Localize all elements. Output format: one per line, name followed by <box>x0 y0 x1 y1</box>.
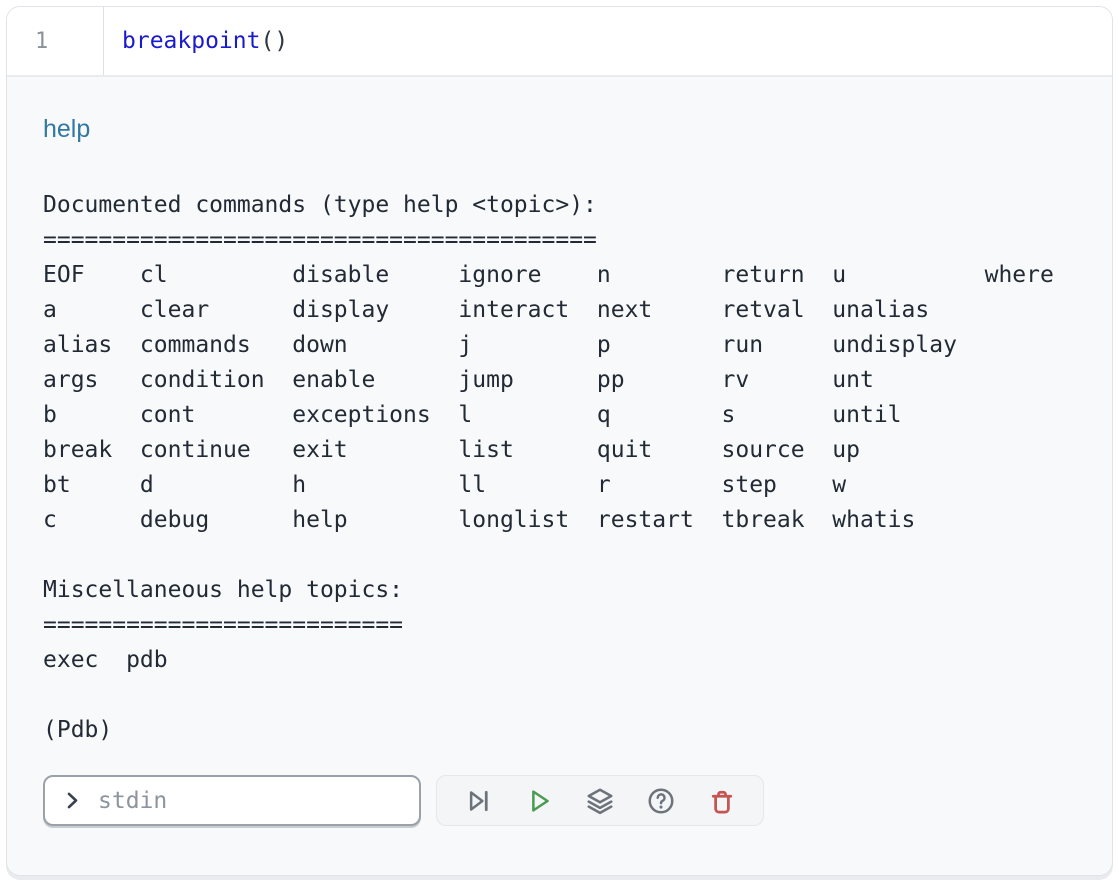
play-icon <box>524 786 554 816</box>
skip-next-icon <box>463 786 493 816</box>
help-button[interactable] <box>646 786 676 816</box>
stdin-row <box>43 775 1082 826</box>
run-button[interactable] <box>524 786 554 816</box>
help-circle-icon <box>646 786 676 816</box>
echoed-command: help <box>43 115 1082 144</box>
stdin-input[interactable] <box>96 787 402 815</box>
step-next-button[interactable] <box>463 786 493 816</box>
line-number-gutter: 1 <box>7 7 104 75</box>
stdin-box[interactable] <box>43 775 421 826</box>
code-line[interactable]: breakpoint() <box>104 7 1112 75</box>
output-panel: help Documented commands (type help <top… <box>7 77 1112 826</box>
delete-button[interactable] <box>707 786 737 816</box>
code-token-function: breakpoint <box>122 28 260 54</box>
layers-icon <box>585 786 615 816</box>
debugger-panel: 1 breakpoint() help Documented commands … <box>6 6 1113 876</box>
chevron-right-icon <box>62 790 83 811</box>
pdb-output: Documented commands (type help <topic>):… <box>43 188 1082 748</box>
trash-icon <box>707 786 737 816</box>
line-number: 1 <box>35 29 48 54</box>
layers-button[interactable] <box>585 786 615 816</box>
toolbar <box>436 775 764 826</box>
code-editor: 1 breakpoint() <box>7 7 1112 77</box>
code-token-parens: () <box>260 28 288 54</box>
